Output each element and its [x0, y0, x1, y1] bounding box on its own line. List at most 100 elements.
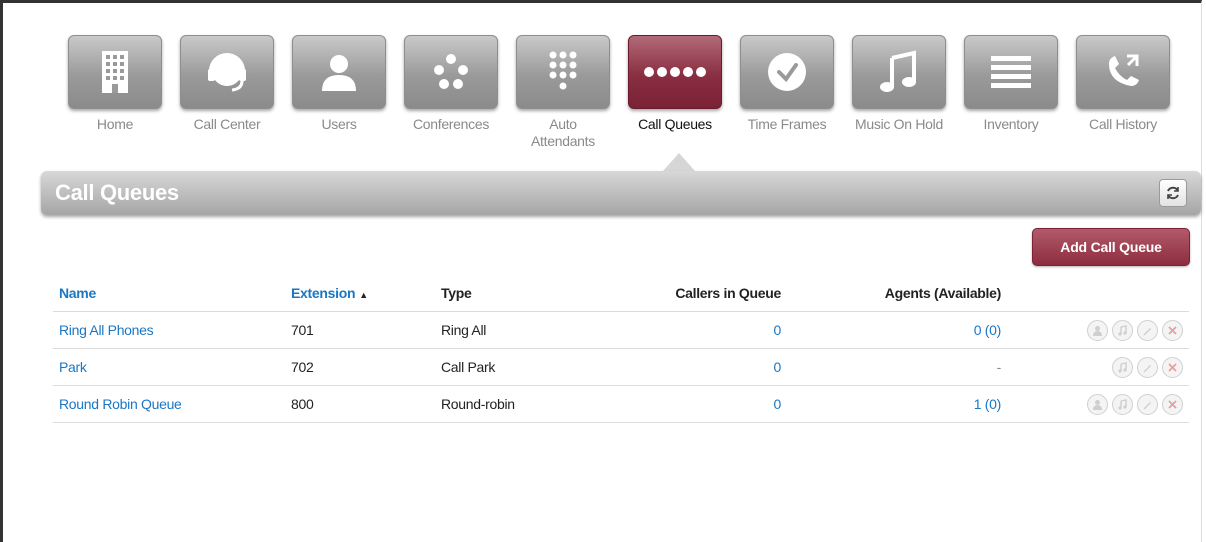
column-header-extension[interactable]: Extension ▲	[285, 275, 435, 312]
queue-type: Call Park	[435, 348, 595, 386]
agents-available-value: -	[787, 348, 1007, 386]
edit-pencil-icon	[1143, 327, 1151, 335]
column-header-agents-label: Agents (Available)	[884, 285, 1002, 301]
nav-tile-auto-attendants-label: Auto Attendants	[531, 116, 595, 149]
edit-action-button[interactable]	[1137, 319, 1158, 341]
top-nav: Home Call Center Users Conferences Auto …	[63, 35, 1183, 155]
nav-tile-time-frames-button[interactable]	[740, 35, 834, 109]
clock-icon	[768, 53, 806, 91]
agents-available-link[interactable]: 1 (0)	[787, 385, 1007, 423]
queue-dots-icon	[644, 67, 706, 77]
agents-available-link[interactable]: 0 (0)	[787, 311, 1007, 349]
queue-name-link[interactable]: Round Robin Queue	[53, 385, 285, 423]
nav-tile-inventory-button[interactable]	[964, 35, 1058, 109]
column-header-name-label: Name	[59, 285, 96, 301]
nav-tile-inventory[interactable]: Inventory	[964, 35, 1058, 133]
user-icon	[322, 55, 356, 91]
column-header-type-label: Type	[441, 285, 472, 301]
column-header-extension-label: Extension	[291, 285, 356, 301]
delete-x-icon	[1168, 362, 1177, 372]
edit-pencil-icon	[1143, 401, 1151, 409]
music-note-icon	[880, 50, 916, 92]
nav-tile-auto-attendants[interactable]: Auto Attendants	[516, 35, 610, 150]
nav-tile-music-on-hold[interactable]: Music On Hold	[852, 35, 946, 133]
delete-action-button[interactable]	[1162, 319, 1183, 341]
nav-tile-call-history[interactable]: Call History	[1076, 35, 1170, 133]
conference-dots-icon	[434, 54, 468, 89]
music-note-small-icon	[1118, 324, 1127, 336]
nav-tile-users-button[interactable]	[292, 35, 386, 109]
row-actions	[1013, 319, 1183, 341]
queue-name-link[interactable]: Park	[53, 348, 285, 386]
nav-tile-home-button[interactable]	[68, 35, 162, 109]
row-actions	[1013, 356, 1183, 378]
edit-action-button[interactable]	[1137, 393, 1158, 415]
list-lines-icon	[991, 56, 1031, 88]
nav-tile-home-label: Home	[96, 116, 134, 132]
table-header-row: Name Extension ▲ Type Callers in Queue Ag…	[53, 275, 1189, 312]
agent-icon	[1093, 325, 1102, 336]
edit-action-button[interactable]	[1137, 356, 1158, 378]
nav-tile-time-frames-label: Time Frames	[747, 116, 827, 132]
nav-tile-users[interactable]: Users	[292, 35, 386, 133]
music-action-button[interactable]	[1112, 319, 1133, 341]
table-row: Park 702 Call Park 0 -	[53, 348, 1189, 386]
table-row: Ring All Phones 701 Ring All 0 0 (0)	[53, 311, 1189, 349]
delete-action-button[interactable]	[1162, 356, 1183, 378]
edit-pencil-icon	[1143, 364, 1151, 372]
column-header-callers: Callers in Queue	[595, 275, 787, 312]
nav-tile-auto-attendants-button[interactable]	[516, 35, 610, 109]
nav-tile-music-on-hold-label: Music On Hold	[855, 116, 943, 132]
nav-tile-music-on-hold-button[interactable]	[852, 35, 946, 109]
add-call-queue-button[interactable]: Add Call Queue	[1032, 228, 1190, 266]
column-header-type: Type	[435, 275, 595, 312]
nav-tile-call-center-button[interactable]	[180, 35, 274, 109]
queue-type: Round-robin	[435, 385, 595, 423]
nav-tile-call-queues-button[interactable]	[628, 35, 722, 109]
page-title: Call Queues	[55, 180, 179, 205]
refresh-icon	[1167, 186, 1179, 200]
column-header-name[interactable]: Name	[53, 275, 285, 312]
phone-history-icon	[1109, 54, 1139, 86]
agents-action-button[interactable]	[1087, 393, 1108, 415]
nav-tile-call-center[interactable]: Call Center	[180, 35, 274, 133]
music-note-small-icon	[1118, 361, 1127, 373]
keypad-icon	[549, 51, 577, 90]
queue-type: Ring All	[435, 311, 595, 349]
nav-tile-call-center-label: Call Center	[193, 116, 261, 132]
queue-extension: 701	[285, 311, 435, 349]
nav-tile-call-history-label: Call History	[1089, 116, 1157, 132]
agent-icon	[1093, 399, 1102, 410]
nav-tile-conferences[interactable]: Conferences	[404, 35, 498, 133]
agents-action-button[interactable]	[1087, 319, 1108, 341]
column-header-actions	[1007, 275, 1189, 312]
nav-tile-conferences-label: Conferences	[412, 116, 490, 132]
column-header-agents: Agents (Available)	[787, 275, 1007, 312]
music-action-button[interactable]	[1112, 393, 1133, 415]
delete-x-icon	[1168, 399, 1177, 409]
callers-in-queue-link[interactable]: 0	[595, 311, 787, 349]
nav-tile-call-queues[interactable]: Call Queues	[628, 35, 722, 133]
callers-in-queue-link[interactable]: 0	[595, 385, 787, 423]
nav-tile-home[interactable]: Home	[68, 35, 162, 133]
music-action-button[interactable]	[1112, 356, 1133, 378]
nav-tile-conferences-button[interactable]	[404, 35, 498, 109]
table-row: Round Robin Queue 800 Round-robin 0 1 (0…	[53, 385, 1189, 423]
nav-tile-call-queues-label: Call Queues	[638, 116, 712, 132]
nav-tile-inventory-label: Inventory	[983, 116, 1039, 132]
queue-extension: 800	[285, 385, 435, 423]
row-actions	[1013, 393, 1183, 415]
queue-extension: 702	[285, 348, 435, 386]
refresh-button[interactable]	[1159, 179, 1187, 207]
headset-icon	[208, 53, 246, 92]
building-icon	[102, 51, 128, 93]
call-queues-table: Name Extension ▲ Type Callers in Queue Ag…	[53, 275, 1189, 423]
active-tab-pointer	[663, 153, 695, 171]
delete-action-button[interactable]	[1162, 393, 1183, 415]
queue-name-link[interactable]: Ring All Phones	[53, 311, 285, 349]
app-frame: Home Call Center Users Conferences Auto …	[0, 0, 1202, 542]
nav-tile-time-frames[interactable]: Time Frames	[740, 35, 834, 133]
section-header: Call Queues	[41, 171, 1201, 215]
nav-tile-call-history-button[interactable]	[1076, 35, 1170, 109]
callers-in-queue-link[interactable]: 0	[595, 348, 787, 386]
